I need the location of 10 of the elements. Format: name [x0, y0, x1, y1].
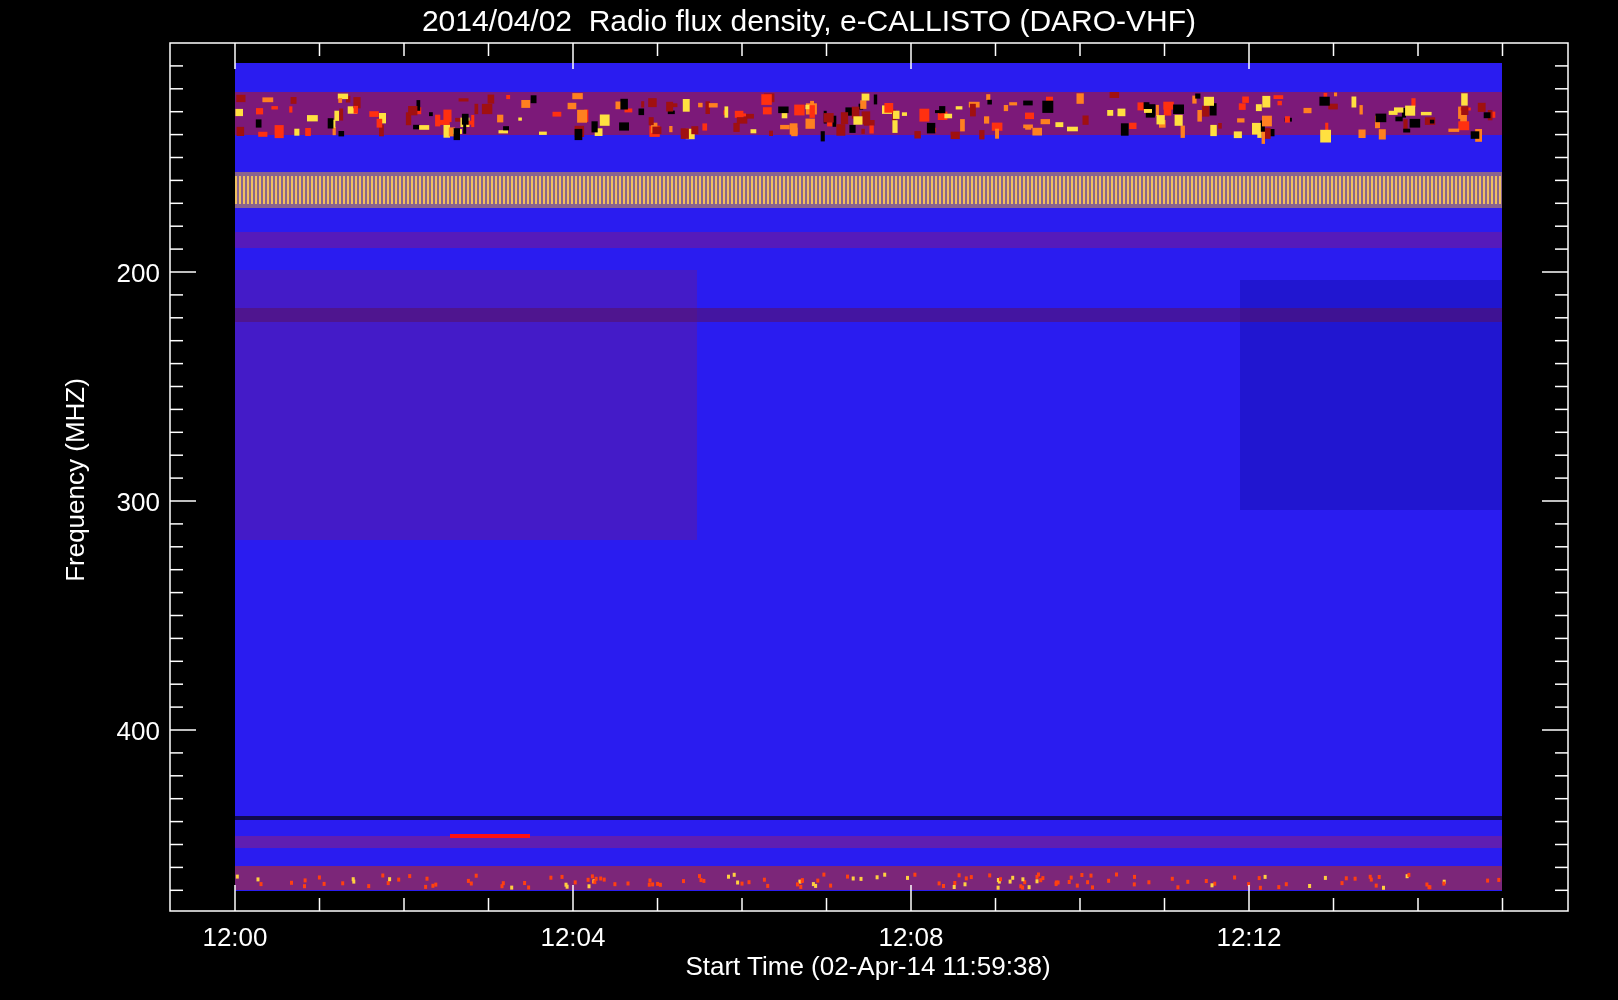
y-tick-label: 300	[116, 487, 160, 517]
x-tick-label: 12:04	[540, 922, 606, 952]
y-tick-label: 400	[116, 716, 160, 746]
chart-title: 2014/04/02 Radio flux density, e-CALLISTO (DARO-VHF)	[421, 4, 1197, 37]
x-axis-label: Start Time (02-Apr-14 11:59:38)	[685, 951, 1051, 981]
x-tick-label: 12:00	[202, 922, 268, 952]
x-tick-label: 12:12	[1216, 922, 1282, 952]
y-axis-label: Frequency (MHZ)	[60, 378, 90, 582]
x-tick-label: 12:08	[878, 922, 944, 952]
y-tick-label: 200	[116, 258, 160, 288]
